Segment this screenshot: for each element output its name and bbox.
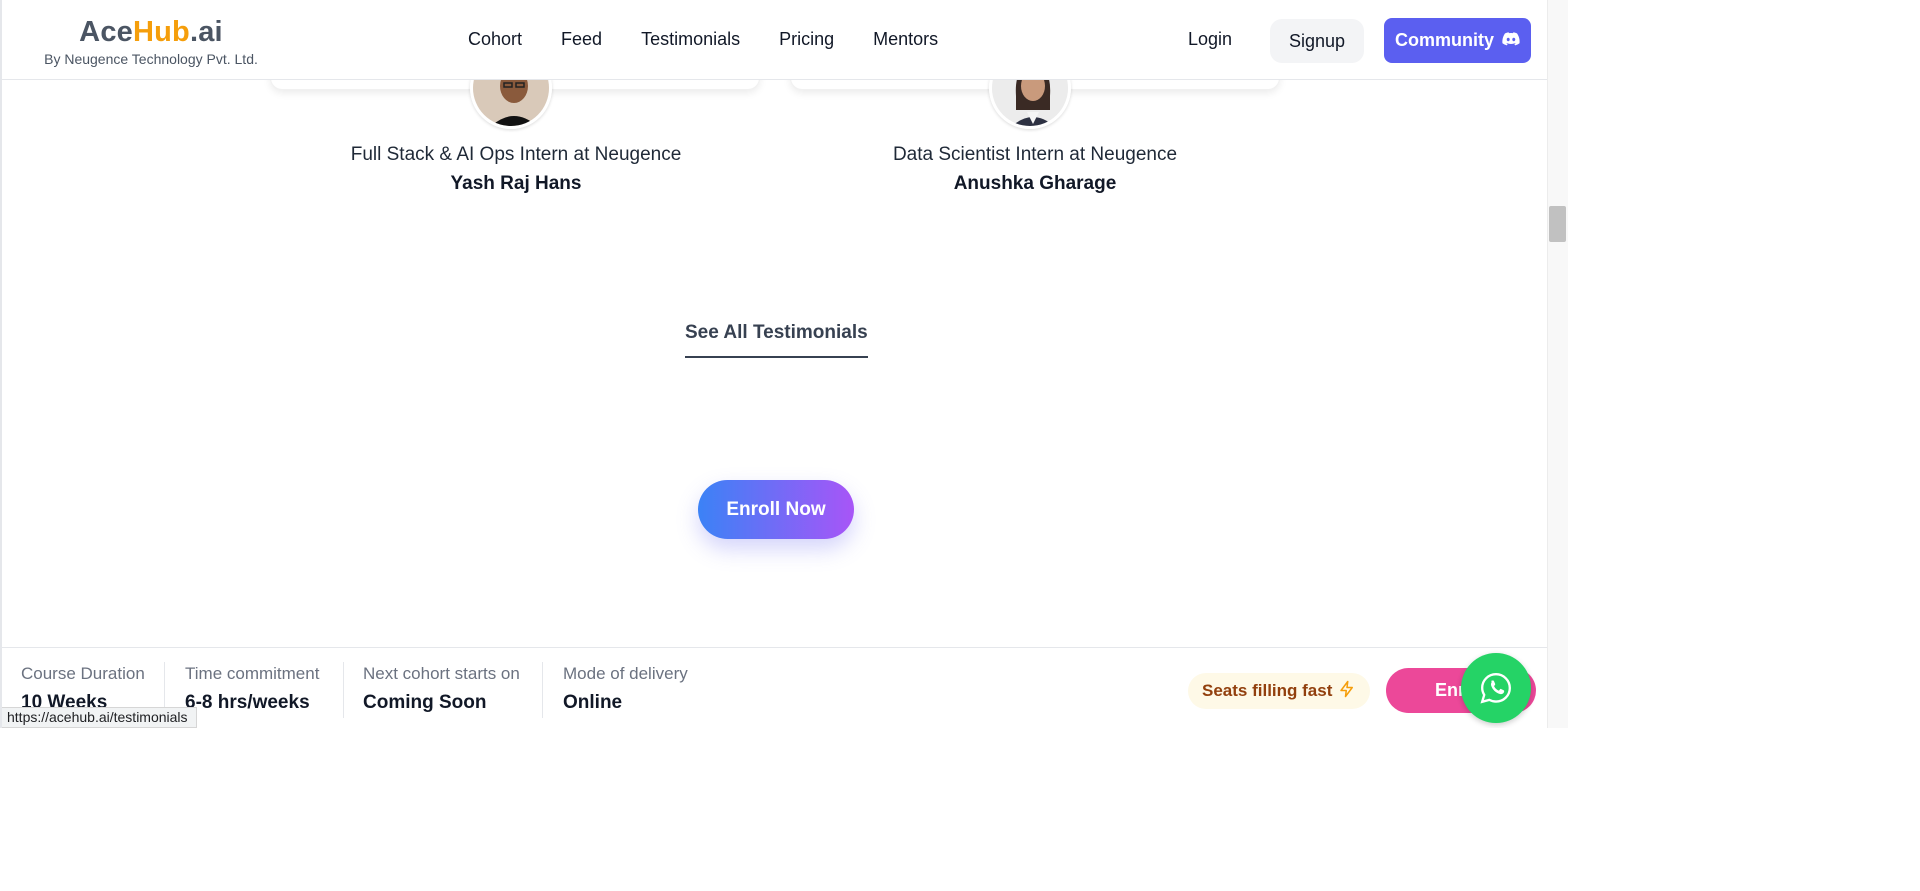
- stat-time-commitment: Time commitment 6-8 hrs/weeks: [185, 664, 319, 718]
- discord-icon: [1502, 30, 1520, 51]
- logo-subtitle: By Neugence Technology Pvt. Ltd.: [44, 51, 258, 67]
- stat-value: Online: [563, 692, 623, 713]
- stat-label: Next cohort starts on: [363, 664, 520, 683]
- lightning-icon: [1338, 679, 1356, 704]
- divider: [343, 662, 344, 718]
- vertical-scrollbar[interactable]: [1547, 0, 1568, 728]
- signup-button[interactable]: Signup: [1270, 19, 1364, 63]
- testimonial-role: Data Scientist Intern at Neugence: [892, 144, 1178, 165]
- stat-value: 6-8 hrs/weeks: [185, 692, 310, 713]
- login-link[interactable]: Login: [1188, 29, 1232, 50]
- see-all-testimonials-link[interactable]: See All Testimonials: [685, 322, 868, 358]
- testimonial-role: Full Stack & AI Ops Intern at Neugence: [350, 144, 682, 165]
- nav-feed[interactable]: Feed: [561, 29, 602, 50]
- stat-label: Course Duration: [21, 664, 145, 683]
- status-bar-url: https://acehub.ai/testimonials: [2, 707, 197, 728]
- site-header: AceHub.ai By Neugence Technology Pvt. Lt…: [2, 5, 1547, 80]
- whatsapp-button[interactable]: [1461, 653, 1531, 723]
- stat-label: Time commitment: [185, 664, 320, 683]
- seats-label: Seats filling fast: [1202, 681, 1333, 700]
- nav-cohort[interactable]: Cohort: [468, 29, 522, 50]
- course-info-bar: Course Duration 10 Weeks Time commitment…: [2, 647, 1547, 728]
- enroll-now-button[interactable]: Enroll Now: [698, 480, 854, 539]
- stat-next-cohort: Next cohort starts on Coming Soon: [363, 664, 520, 718]
- whatsapp-icon: [1480, 673, 1511, 704]
- logo-ace: Ace: [79, 16, 133, 48]
- stat-label: Mode of delivery: [563, 664, 688, 683]
- stat-mode-of-delivery: Mode of delivery Online: [563, 664, 688, 718]
- scrollbar-thumb[interactable]: [1549, 206, 1566, 242]
- seats-filling-badge: Seats filling fast: [1188, 673, 1371, 709]
- logo-hub: Hub: [132, 16, 190, 48]
- stat-value: Coming Soon: [363, 692, 487, 713]
- page: Full Stack & AI Ops Intern at Neugence Y…: [0, 0, 1547, 728]
- testimonial-name: Yash Raj Hans: [450, 173, 582, 194]
- nav-testimonials[interactable]: Testimonials: [641, 29, 740, 50]
- divider: [542, 662, 543, 718]
- community-button[interactable]: Community: [1384, 18, 1531, 63]
- logo[interactable]: AceHub.ai By Neugence Technology Pvt. Lt…: [40, 15, 262, 67]
- nav-mentors[interactable]: Mentors: [873, 29, 938, 50]
- community-label: Community: [1395, 30, 1494, 50]
- logo-ai: .ai: [189, 16, 223, 48]
- testimonial-name: Anushka Gharage: [953, 173, 1117, 194]
- stat-value: 10 Weeks: [21, 692, 108, 708]
- main-nav: Cohort Feed Testimonials Pricing Mentors: [468, 29, 938, 50]
- nav-pricing[interactable]: Pricing: [779, 29, 834, 50]
